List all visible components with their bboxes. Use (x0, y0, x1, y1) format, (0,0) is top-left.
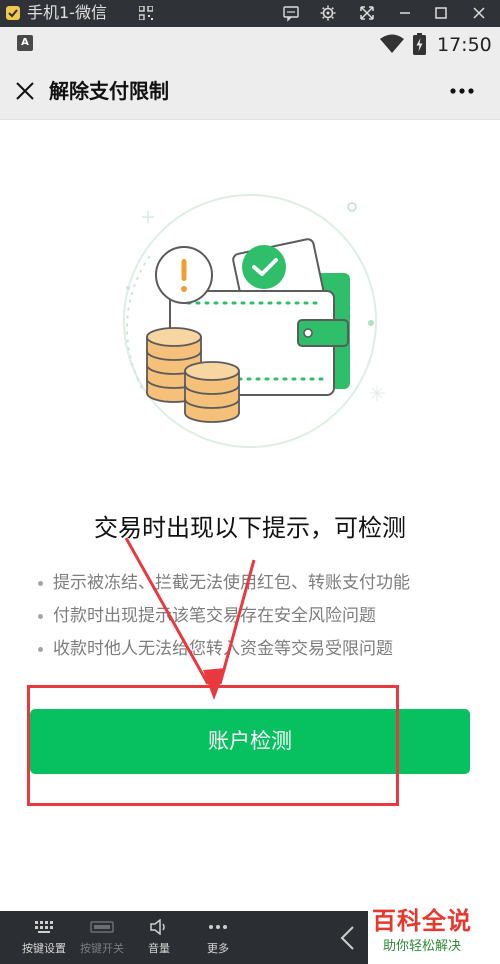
annotation-arrows (124, 537, 256, 700)
list-item-text: 提示被冻结、拦截无法使用红包、转账支付功能 (53, 573, 410, 593)
close-window-icon[interactable] (470, 4, 488, 22)
more-button[interactable]: 更多 (188, 911, 248, 964)
toolbar-label: 按键开关 (80, 942, 124, 955)
more-dots-icon (209, 925, 227, 929)
issue-list: 提示被冻结、拦截无法使用红包、转账支付功能 付款时出现提示该笔交易存在安全风险问… (36, 567, 410, 666)
wallet-illustration (123, 194, 385, 448)
toolbar-label: 按键设置 (22, 942, 66, 955)
emulator-title-bar: 手机1-微信 (0, 0, 500, 27)
list-item: 收款时他人无法给您转入资金等交易受限问题 (36, 633, 410, 666)
status-bar: A 17:50 (0, 27, 500, 63)
notification-badge: A (17, 35, 33, 51)
battery-charging-icon (413, 33, 426, 55)
toolbar-label: 音量 (148, 942, 170, 955)
toolbar-label: 更多 (207, 942, 229, 955)
bullet-dot (38, 647, 43, 652)
key-toggle-icon (90, 921, 114, 933)
headline: 交易时出现以下提示，可检测 (94, 514, 406, 542)
qr-code-icon[interactable] (139, 6, 153, 20)
status-time: 17:50 (437, 34, 492, 56)
watermark-brand: 百科全说 (372, 907, 472, 935)
watermark-logo: 百科全说 助你轻松解决 (368, 905, 500, 964)
more-options-icon[interactable] (444, 79, 480, 103)
watermark-slogan: 助你轻松解决 (383, 939, 462, 954)
page-title: 解除支付限制 (49, 79, 169, 103)
key-toggle-button[interactable]: 按键开关 (72, 911, 132, 964)
list-item: 付款时出现提示该笔交易存在安全风险问题 (36, 600, 410, 633)
navigation-bar: 解除支付限制 (0, 63, 500, 120)
list-item-text: 付款时出现提示该笔交易存在安全风险问题 (53, 606, 376, 626)
maximize-icon[interactable] (432, 4, 450, 22)
bullet-dot (38, 581, 43, 586)
list-item-text: 收款时他人无法给您转入资金等交易受限问题 (53, 639, 393, 659)
fullscreen-icon[interactable] (358, 4, 376, 22)
list-item: 提示被冻结、拦截无法使用红包、转账支付功能 (36, 567, 410, 600)
volume-icon (150, 919, 165, 935)
close-icon[interactable] (13, 79, 37, 103)
key-settings-button[interactable]: 按键设置 (14, 911, 74, 964)
emulator-app-icon (6, 6, 20, 20)
volume-button[interactable]: 音量 (129, 911, 189, 964)
chevron-left-icon[interactable] (333, 923, 363, 953)
wifi-icon (380, 34, 404, 53)
keyboard-icon (35, 921, 53, 933)
emulator-window-title: 手机1-微信 (27, 3, 107, 22)
highlight-box (27, 685, 399, 806)
message-icon[interactable] (282, 4, 300, 22)
bullet-dot (38, 614, 43, 619)
settings-gear-icon[interactable] (319, 4, 337, 22)
minimize-icon[interactable] (396, 4, 414, 22)
